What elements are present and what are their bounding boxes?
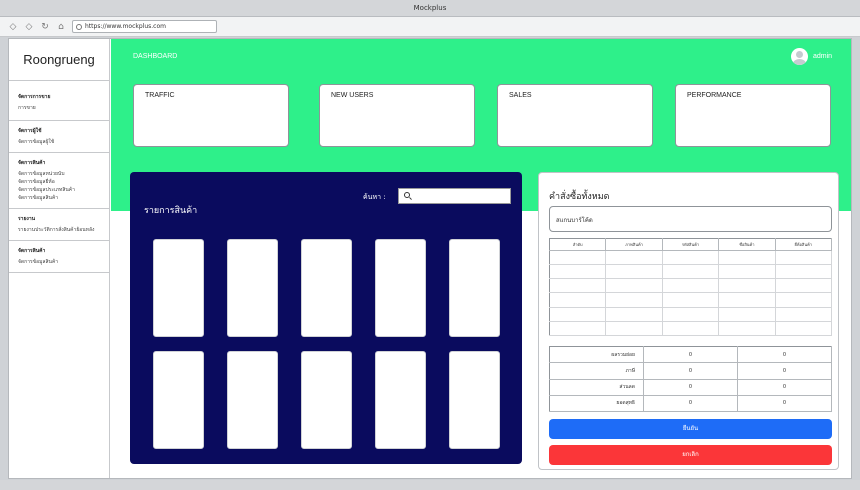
summary-value: 0 [737, 346, 832, 364]
card-label: TRAFFIC [145, 92, 175, 99]
table-row [549, 278, 833, 294]
summary-label: ยอดสุทธิ [549, 395, 644, 413]
table-row [549, 307, 833, 322]
summary-row: ยอดสุทธิ 0 0 [549, 395, 832, 413]
order-title: คำสั่งซื้อทั้งหมด [549, 192, 610, 202]
table-row [549, 292, 833, 308]
page-viewport: Roongrueng จัดการการขาย การขาย จัดการผู้… [8, 38, 852, 479]
new-users-card: NEW USERS [319, 84, 475, 147]
sidebar-item-brands[interactable]: จัดการข้อมูลยี่ห้อ [18, 178, 109, 186]
column-header: ภาพสินค้า [605, 238, 663, 251]
browser-status-strip [0, 480, 860, 490]
summary-value: 0 [737, 379, 832, 396]
table-row [549, 264, 833, 280]
card-label: NEW USERS [331, 92, 374, 99]
summary-value: 0 [737, 395, 832, 413]
page-title: DASHBOARD [133, 53, 178, 60]
column-header: ลำดับ [549, 238, 607, 251]
traffic-card: TRAFFIC [133, 84, 289, 147]
sidebar-group-heading: จัดการสินค้า [18, 160, 46, 166]
confirm-button[interactable]: ยืนยัน [549, 419, 832, 439]
sidebar-group-heading: รายงาน [18, 216, 36, 222]
product-card[interactable] [153, 239, 204, 337]
summary-row: ภาษี 0 0 [549, 362, 832, 380]
barcode-placeholder: สแกนบาร์โค้ด [556, 217, 593, 224]
main-content: DASHBOARD admin TRAFFIC NEW USERS SALES … [111, 39, 851, 478]
summary-value: 0 [737, 362, 832, 380]
column-header: รหัสสินค้า [662, 238, 720, 251]
card-label: SALES [509, 92, 532, 99]
column-header: ยี่ห้อสินค้า [775, 238, 833, 251]
product-list-title: รายการสินค้า [144, 206, 198, 216]
summary-value: 0 [643, 379, 738, 396]
browser-title-bar: Mockplus [0, 0, 860, 17]
refresh-icon[interactable]: ↻ [40, 22, 50, 32]
browser-nav-bar: ◇ ◇ ↻ ⌂ https://www.mockplus.com [0, 17, 860, 37]
sidebar-group-users: จัดการผู้ใช้ จัดการข้อมูลผู้ใช้ [9, 121, 109, 153]
column-header: ชื่อสินค้า [718, 238, 776, 251]
product-card[interactable] [227, 239, 278, 337]
summary-label: ภาษี [549, 362, 644, 380]
sidebar-group-reports: รายงาน รายงานประวัติการสั่งสินค้าย้อนหลั… [9, 209, 109, 241]
url-text: https://www.mockplus.com [85, 23, 166, 30]
card-label: PERFORMANCE [687, 92, 742, 99]
forward-icon[interactable]: ◇ [24, 22, 34, 32]
table-row [549, 321, 833, 337]
product-card[interactable] [301, 351, 352, 449]
summary-value: 0 [643, 395, 738, 413]
url-bar[interactable]: https://www.mockplus.com [72, 20, 217, 33]
sidebar-item-product-data[interactable]: จัดการข้อมูลสินค้า [18, 258, 109, 266]
search-label: ค้นหา : [363, 193, 386, 201]
product-search-input[interactable] [398, 188, 511, 204]
sidebar-item-units[interactable]: จัดการข้อมูลหน่วยนับ [18, 170, 109, 178]
user-name[interactable]: admin [813, 53, 832, 60]
sidebar-item-products[interactable]: จัดการข้อมูลสินค้า [18, 194, 109, 202]
back-icon[interactable]: ◇ [8, 22, 18, 32]
sidebar-group-sales: จัดการการขาย การขาย [9, 81, 109, 121]
table-row [549, 250, 833, 266]
summary-value: 0 [643, 346, 738, 364]
sidebar-group-heading: จัดการการขาย [18, 94, 51, 100]
sidebar-item-categories[interactable]: จัดการข้อมูลประเภทสินค้า [18, 186, 109, 194]
product-card[interactable] [449, 351, 500, 449]
sidebar-item-order-history[interactable]: รายงานประวัติการสั่งสินค้าย้อนหลัง [18, 226, 109, 234]
summary-value: 0 [643, 362, 738, 380]
summary-row: ผลรวมย่อย 0 0 [549, 346, 832, 364]
sidebar-item-sales[interactable]: การขาย [18, 104, 109, 112]
sidebar-group-products-2: จัดการสินค้า จัดการข้อมูลสินค้า [9, 241, 109, 273]
product-card[interactable] [375, 351, 426, 449]
product-list-panel: รายการสินค้า ค้นหา : [130, 172, 522, 464]
summary-row: ส่วนลด 0 0 [549, 379, 832, 396]
product-card[interactable] [449, 239, 500, 337]
sidebar-group-heading: จัดการสินค้า [18, 248, 46, 254]
brand-title: Roongrueng [9, 39, 109, 81]
window-title: Mockplus [413, 4, 447, 12]
sidebar-group-heading: จัดการผู้ใช้ [18, 128, 42, 134]
performance-card: PERFORMANCE [675, 84, 831, 147]
product-card[interactable] [227, 351, 278, 449]
product-card[interactable] [153, 351, 204, 449]
sidebar-item-user-data[interactable]: จัดการข้อมูลผู้ใช้ [18, 138, 109, 146]
summary-label: ผลรวมย่อย [549, 346, 644, 364]
product-card[interactable] [301, 239, 352, 337]
order-table: ลำดับ ภาพสินค้า รหัสสินค้า ชื่อสินค้า ยี… [549, 238, 833, 337]
summary-label: ส่วนลด [549, 379, 644, 396]
summary-table: ผลรวมย่อย 0 0 ภาษี 0 0 ส่วนลด 0 0 ยอดสุท… [549, 346, 832, 413]
search-icon [76, 23, 82, 30]
home-icon[interactable]: ⌂ [56, 22, 66, 32]
order-panel: คำสั่งซื้อทั้งหมด สแกนบาร์โค้ด ลำดับ ภาพ… [538, 172, 839, 470]
product-card[interactable] [375, 239, 426, 337]
sidebar: Roongrueng จัดการการขาย การขาย จัดการผู้… [9, 39, 110, 478]
sales-card: SALES [497, 84, 653, 147]
barcode-input[interactable]: สแกนบาร์โค้ด [549, 206, 832, 232]
avatar-icon[interactable] [791, 48, 808, 65]
sidebar-group-products: จัดการสินค้า จัดการข้อมูลหน่วยนับ จัดการ… [9, 153, 109, 209]
cancel-button[interactable]: ยกเลิก [549, 445, 832, 465]
